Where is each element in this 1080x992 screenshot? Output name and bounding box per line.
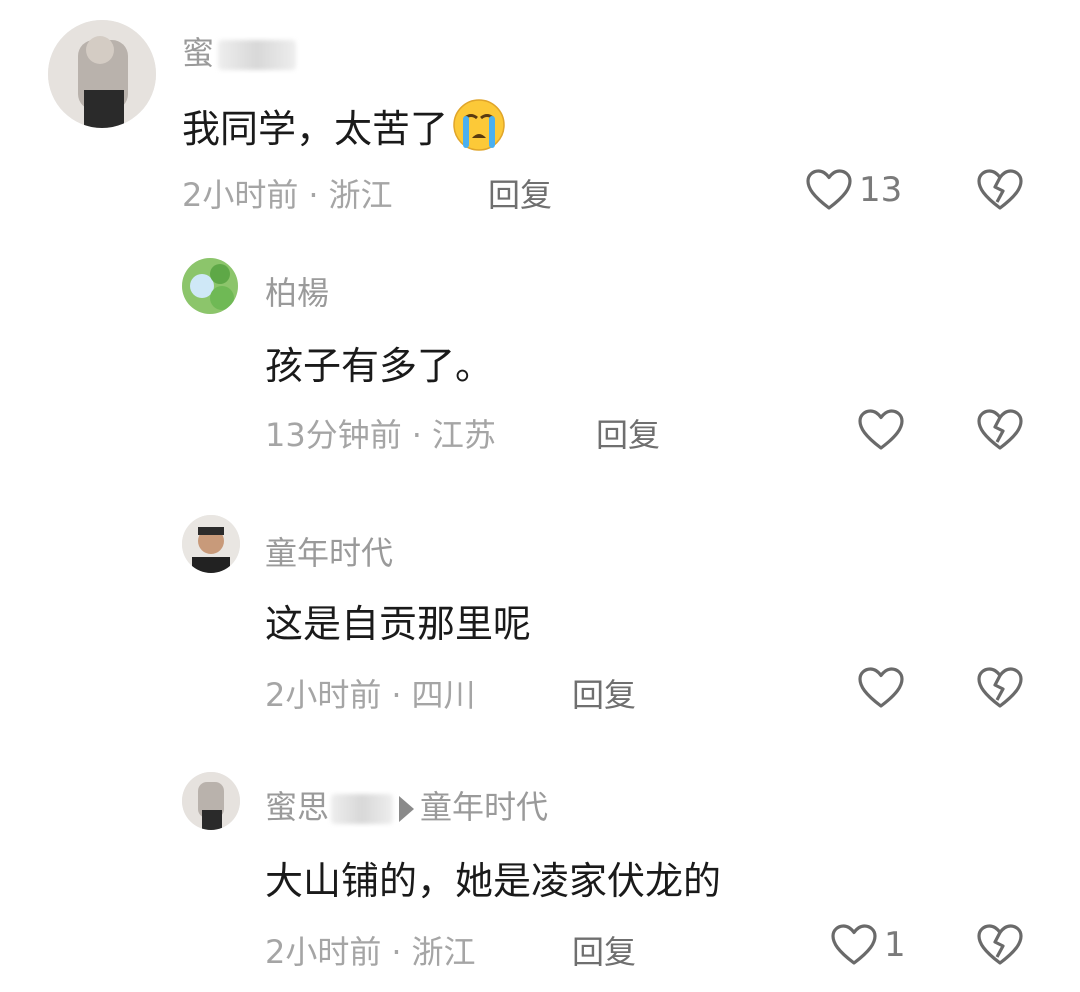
like-count: 1	[884, 925, 906, 965]
dislike-button[interactable]	[976, 923, 1024, 967]
dislike-button[interactable]	[976, 408, 1024, 452]
broken-heart-icon	[977, 667, 1023, 708]
crying-face-emoji	[452, 98, 506, 161]
like-button[interactable]: 1	[830, 923, 906, 967]
avatar-image	[182, 515, 240, 573]
avatar-image	[182, 772, 240, 830]
reply-item: 柏楊 孩子有多了。 13分钟前 · 江苏 回复	[0, 240, 1080, 490]
broken-heart-icon	[977, 924, 1023, 965]
comment-meta: 13分钟前 · 江苏	[265, 416, 496, 454]
reply-arrow-icon	[399, 796, 415, 822]
avatar[interactable]	[182, 772, 240, 830]
like-button[interactable]	[857, 408, 905, 452]
heart-icon	[831, 924, 877, 965]
reply-button[interactable]: 回复	[488, 170, 552, 216]
like-count: 13	[859, 170, 903, 210]
reply-button[interactable]: 回复	[572, 670, 636, 716]
avatar[interactable]	[182, 515, 240, 573]
comment-text: 我同学，太苦了	[182, 98, 506, 161]
heart-icon	[806, 169, 852, 210]
avatar-image	[182, 258, 238, 314]
comment-meta: 2小时前 · 浙江	[182, 176, 393, 214]
avatar[interactable]	[182, 258, 238, 314]
comment-text: 孩子有多了。	[265, 344, 494, 388]
avatar-image	[48, 20, 156, 128]
reply-item: 蜜思 童年时代 大山铺的，她是凌家伏龙的 2小时前 · 浙江 回复 1	[0, 740, 1080, 992]
comment-username[interactable]: 蜜	[182, 28, 297, 74]
reply-item: 童年时代 这是自贡那里呢 2小时前 · 四川 回复	[0, 490, 1080, 740]
heart-icon	[858, 409, 904, 450]
comment-username[interactable]: 蜜思 童年时代	[265, 782, 548, 828]
dislike-button[interactable]	[976, 666, 1024, 710]
comment-item: 蜜 我同学，太苦了 2小时前 · 浙江 回复 13	[0, 0, 1080, 240]
comment-meta: 2小时前 · 四川	[265, 676, 476, 714]
reply-button[interactable]: 回复	[596, 410, 660, 456]
comment-username[interactable]: 童年时代	[265, 528, 393, 574]
redacted-name	[218, 40, 297, 70]
comment-text: 大山铺的，她是凌家伏龙的	[265, 859, 722, 903]
like-button[interactable]	[857, 666, 905, 710]
avatar[interactable]	[48, 20, 156, 128]
comment-text: 这是自贡那里呢	[265, 602, 532, 646]
reply-button[interactable]: 回复	[572, 927, 636, 973]
broken-heart-icon	[977, 409, 1023, 450]
heart-icon	[858, 667, 904, 708]
like-button[interactable]: 13	[805, 168, 902, 212]
dislike-button[interactable]	[976, 168, 1024, 212]
comment-meta: 2小时前 · 浙江	[265, 933, 476, 971]
redacted-name	[331, 794, 394, 824]
comment-username[interactable]: 柏楊	[265, 268, 329, 314]
broken-heart-icon	[977, 169, 1023, 210]
